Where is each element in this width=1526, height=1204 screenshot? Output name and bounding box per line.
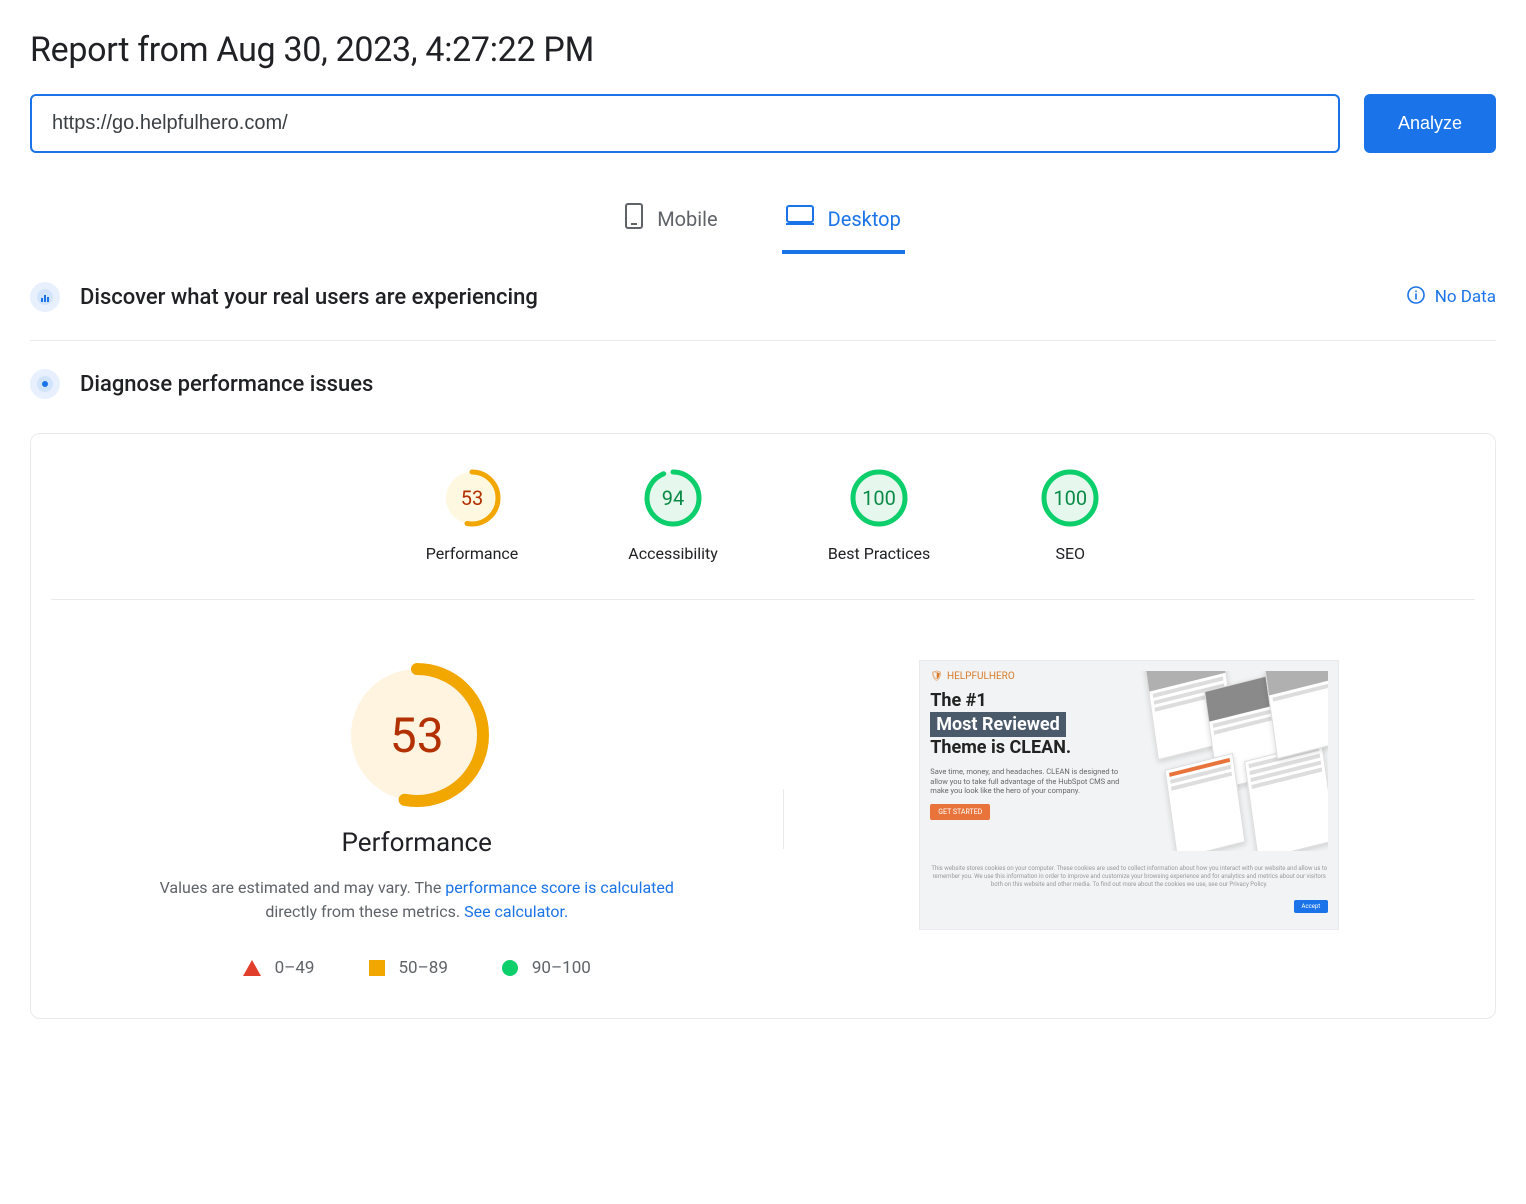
no-data-label: No Data [1435, 287, 1496, 307]
diagnose-section: Diagnose performance issues [30, 340, 1496, 427]
gauge-label: SEO [1055, 544, 1085, 563]
discover-section: Discover what your real users are experi… [30, 254, 1496, 340]
gauge-ring: 94 [643, 468, 703, 528]
page-title: Report from Aug 30, 2023, 4:27:22 PM [30, 30, 1496, 70]
url-row: Analyze [30, 94, 1496, 153]
score-legend: 0–49 50–89 90–100 [243, 958, 591, 978]
mobile-icon [625, 203, 643, 234]
diagnose-icon [30, 369, 60, 399]
url-input[interactable] [30, 94, 1340, 153]
square-icon [369, 960, 385, 976]
performance-score-large: 53 [342, 660, 492, 810]
legend-pass: 90–100 [502, 958, 591, 978]
gauge-label: Best Practices [828, 544, 930, 563]
gauge-ring: 100 [849, 468, 909, 528]
gauge-value: 100 [1040, 468, 1100, 528]
circle-icon [502, 960, 518, 976]
ss-headline: The #1 Most Reviewed Theme is CLEAN. [930, 690, 1130, 759]
gauge-value: 53 [442, 468, 502, 528]
ss-cookie-accept: Accept [1294, 900, 1329, 913]
legend-fail: 0–49 [243, 958, 315, 978]
ss-logo: 🛡 HELPFULHERO [930, 671, 1130, 682]
tab-mobile-label: Mobile [657, 207, 717, 231]
report-card: 53 Performance 94 Accessibility 100 Best Prac… [30, 433, 1496, 1019]
performance-row: 53 Performance Values are estimated and … [51, 599, 1475, 978]
tab-mobile[interactable]: Mobile [621, 197, 721, 254]
ss-cta-button: GET STARTED [930, 804, 990, 820]
gauge-accessibility[interactable]: 94 Accessibility [628, 468, 718, 563]
performance-gauge-large: 53 [342, 660, 492, 810]
legend-average: 50–89 [369, 958, 448, 978]
desktop-icon [786, 205, 814, 232]
discover-icon [30, 282, 60, 312]
performance-description: Values are estimated and may vary. The p… [157, 876, 677, 924]
gauge-row: 53 Performance 94 Accessibility 100 Best Prac… [31, 458, 1495, 599]
gauge-seo[interactable]: 100 SEO [1040, 468, 1100, 563]
diagnose-title: Diagnose performance issues [80, 372, 1496, 397]
performance-heading: Performance [342, 828, 492, 858]
device-tabs: Mobile Desktop [30, 197, 1496, 254]
discover-title: Discover what your real users are experi… [80, 285, 1387, 310]
tab-desktop[interactable]: Desktop [782, 197, 905, 254]
gauge-ring: 100 [1040, 468, 1100, 528]
gauge-label: Accessibility [628, 544, 718, 563]
ss-subtext: Save time, money, and headaches. CLEAN i… [930, 767, 1130, 796]
ss-cookie-text: This website stores cookies on your comp… [930, 859, 1328, 888]
gauge-ring: 53 [442, 468, 502, 528]
gauge-best-practices[interactable]: 100 Best Practices [828, 468, 930, 563]
ss-mockups [1140, 671, 1328, 851]
no-data-badge[interactable]: No Data [1407, 286, 1496, 309]
score-calculated-link[interactable]: performance score is calculated [445, 878, 674, 897]
page-screenshot: 🛡 HELPFULHERO The #1 Most Reviewed Theme… [919, 660, 1339, 930]
performance-right: 🛡 HELPFULHERO The #1 Most Reviewed Theme… [784, 660, 1476, 978]
triangle-icon [243, 960, 261, 976]
gauge-value: 100 [849, 468, 909, 528]
gauge-label: Performance [426, 544, 519, 563]
see-calculator-link[interactable]: See calculator. [464, 902, 568, 921]
analyze-button[interactable]: Analyze [1364, 94, 1496, 153]
performance-left: 53 Performance Values are estimated and … [51, 660, 783, 978]
info-icon [1407, 286, 1425, 309]
gauge-performance[interactable]: 53 Performance [426, 468, 519, 563]
tab-desktop-label: Desktop [828, 207, 901, 231]
gauge-value: 94 [643, 468, 703, 528]
